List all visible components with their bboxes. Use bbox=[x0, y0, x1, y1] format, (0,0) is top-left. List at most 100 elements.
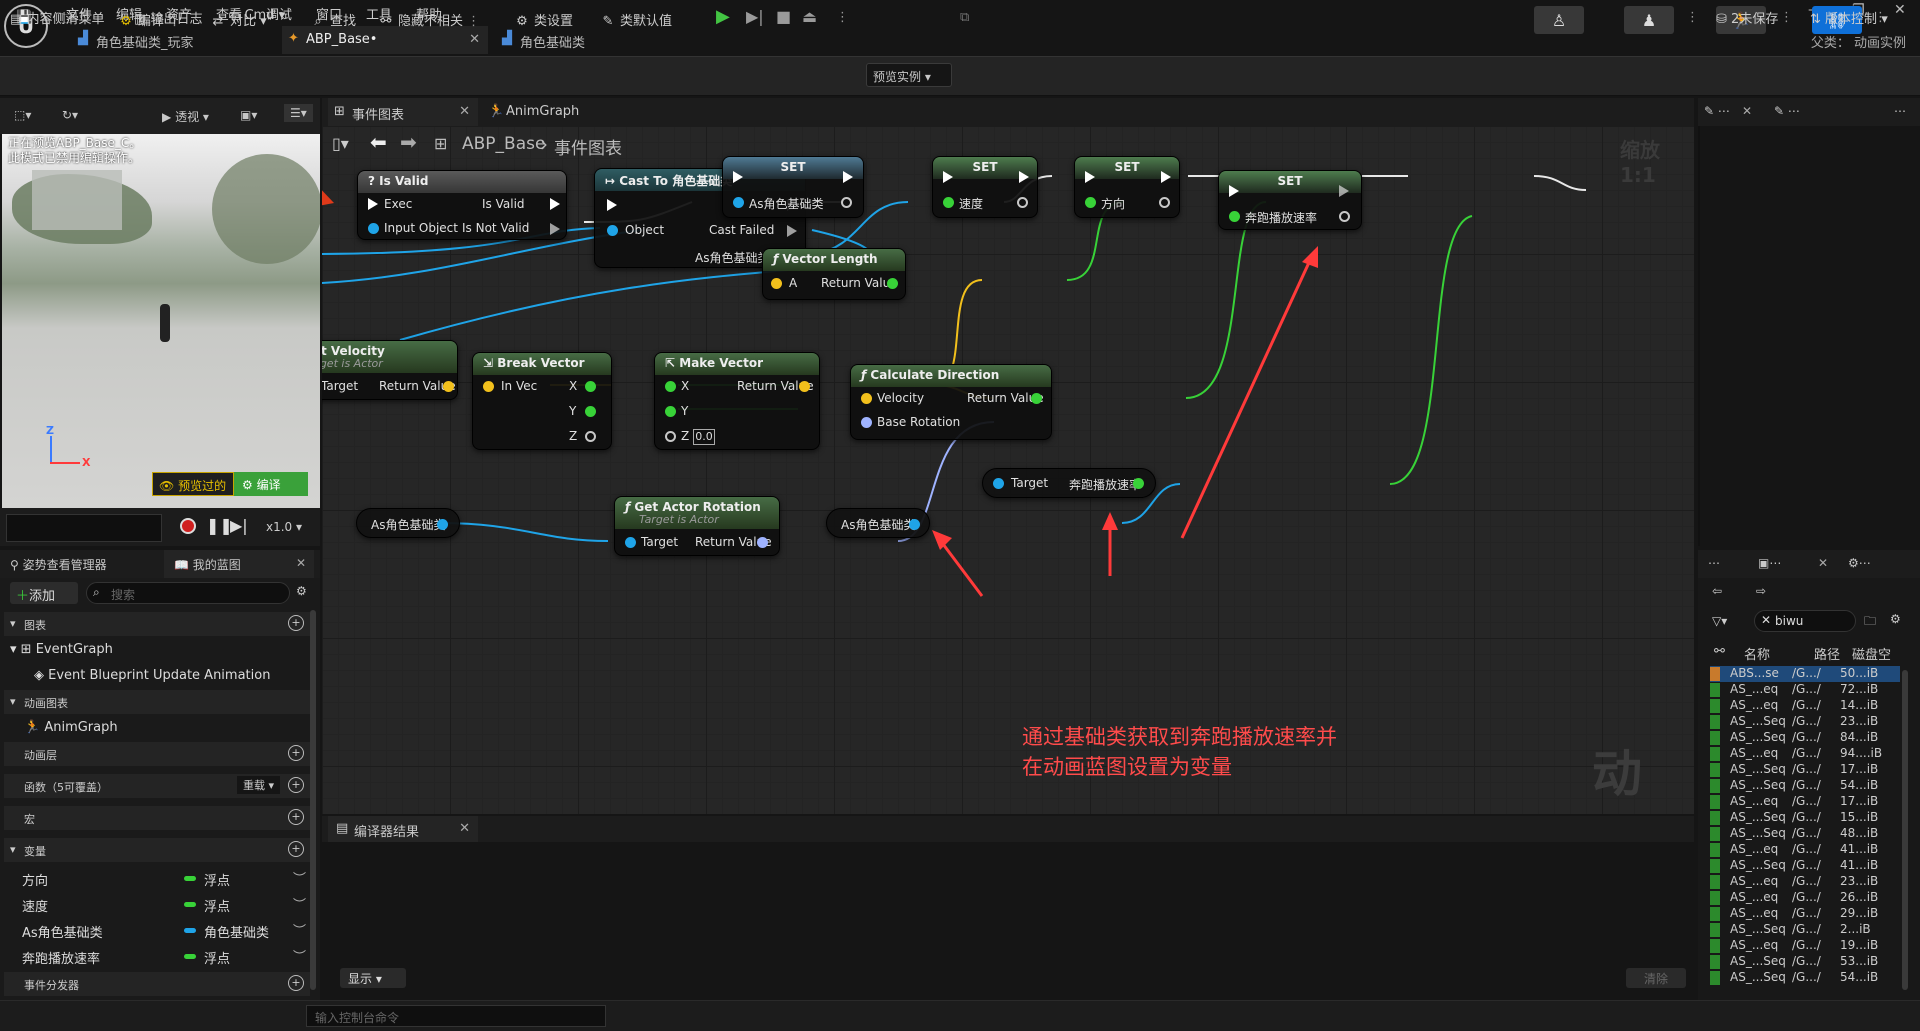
add-layer-icon[interactable]: + bbox=[288, 745, 304, 761]
rotator-in-pin[interactable] bbox=[861, 417, 872, 428]
rotator-out-pin[interactable] bbox=[757, 537, 768, 548]
node-get-as-character-2[interactable]: As角色基础类 bbox=[826, 508, 930, 538]
exec-in-pin[interactable] bbox=[733, 171, 743, 183]
asset-row[interactable]: AS_...eq/G.../ 26...iB bbox=[1710, 890, 1900, 906]
object-in-pin[interactable] bbox=[993, 478, 1004, 489]
tree-item-animgraph[interactable]: 🏃 AnimGraph bbox=[24, 720, 118, 735]
filter-icon[interactable]: ▽▾ bbox=[1712, 614, 1727, 628]
variable-row[interactable]: 速度 浮点 ︶ bbox=[4, 892, 310, 916]
node-get-velocity[interactable]: Get VelocityTarget is Actor Target Retur… bbox=[322, 340, 458, 400]
vector-in-pin[interactable] bbox=[861, 393, 872, 404]
float-in-pin[interactable] bbox=[665, 431, 676, 442]
hide-unrelated-button[interactable]: ⚯ 隐藏不相关 ⋮ bbox=[378, 10, 481, 29]
section-graphs[interactable]: ▾ 图表 + bbox=[4, 612, 310, 636]
settings-gear-icon[interactable]: ⚙ bbox=[296, 584, 307, 598]
variable-row[interactable]: 方向 浮点 ︶ bbox=[4, 866, 310, 890]
add-macro-icon[interactable]: + bbox=[288, 809, 304, 825]
perspective-dropdown[interactable]: ▶ 透视 ▾ bbox=[162, 108, 209, 125]
event-graph-canvas[interactable]: ▯▾ ⬅ ➡ ⊞ ABP_Base › 事件图表 缩放1:1 ? Is Vali… bbox=[322, 126, 1694, 814]
search-input[interactable]: ⌕ 搜索 bbox=[86, 582, 290, 604]
section-anim-layers[interactable]: 动画层 + bbox=[4, 742, 310, 766]
tab-animgraph[interactable]: 🏃 AnimGraph bbox=[482, 98, 612, 126]
asset-browser-icon[interactable]: ▣⋯ bbox=[1758, 556, 1781, 570]
z-value-input[interactable]: 0.0 bbox=[693, 429, 715, 445]
asset-row[interactable]: ABS...se/G.../ 50...iB bbox=[1710, 666, 1900, 682]
forward-icon[interactable]: ⇨ bbox=[1756, 584, 1766, 598]
add-dispatcher-icon[interactable]: + bbox=[288, 975, 304, 991]
skeleton-mode-button[interactable]: ♙ bbox=[1534, 6, 1584, 34]
pause-icon[interactable]: ❚❚ bbox=[206, 516, 233, 535]
object-in-pin[interactable] bbox=[733, 197, 744, 208]
vector-out-pin[interactable] bbox=[443, 381, 454, 392]
float-out-pin[interactable] bbox=[585, 381, 596, 392]
variable-row[interactable]: As角色基础类 角色基础类 ︶ bbox=[4, 918, 310, 942]
float-in-pin[interactable] bbox=[943, 197, 954, 208]
step-icon[interactable]: ▶| bbox=[746, 7, 764, 26]
asset-row[interactable]: AS_...eq/G.../ 72...iB bbox=[1710, 682, 1900, 698]
exec-out-pin[interactable] bbox=[843, 171, 853, 183]
section-variables[interactable]: ▾ 变量 + bbox=[4, 838, 310, 862]
node-set-as-character[interactable]: SET As角色基础类 bbox=[722, 156, 864, 218]
add-variable-icon[interactable]: + bbox=[288, 841, 304, 857]
view-mode-icon[interactable]: ▣▾ bbox=[240, 108, 257, 122]
class-settings-button[interactable]: ⚙ 类设置 bbox=[514, 10, 573, 29]
vector-in-pin[interactable] bbox=[483, 381, 494, 392]
show-dropdown[interactable]: 显示 ▾ bbox=[340, 968, 406, 988]
play-speed-dropdown[interactable]: x1.0 ▾ bbox=[266, 520, 302, 534]
viewport-compile-button[interactable]: ⚙ 编译 bbox=[234, 472, 308, 496]
close-tab-icon[interactable]: ✕ bbox=[459, 821, 470, 836]
exec-out-pin[interactable] bbox=[1019, 171, 1029, 183]
exec-out-pin[interactable] bbox=[1161, 171, 1171, 183]
more-icon[interactable]: ⋯ bbox=[1894, 104, 1906, 118]
folder-icon[interactable]: 🗀 bbox=[1864, 612, 1876, 633]
exec-in-pin[interactable] bbox=[943, 171, 953, 183]
close-tab-icon[interactable]: ✕ bbox=[296, 556, 306, 570]
node-set-direction[interactable]: SET 方向 bbox=[1074, 156, 1180, 218]
object-out-pin[interactable] bbox=[437, 519, 448, 530]
rotate-icon[interactable]: ↻▾ bbox=[62, 108, 78, 122]
tree-item-eventgraph[interactable]: ▾ ⊞ EventGraph bbox=[10, 642, 113, 657]
float-out-pin[interactable] bbox=[585, 431, 596, 442]
object-in-pin[interactable] bbox=[368, 223, 379, 234]
float-out-pin[interactable] bbox=[585, 406, 596, 417]
breadcrumb-root[interactable]: ABP_Base bbox=[462, 134, 545, 154]
asset-row[interactable]: AS_...Seq/G.../ 23...iB bbox=[1710, 714, 1900, 730]
details2-icon[interactable]: ✎ ⋯ bbox=[1774, 104, 1800, 118]
settings-gear-icon[interactable]: ⚙ bbox=[1890, 612, 1901, 626]
visibility-eye-icon[interactable]: ︶ bbox=[293, 868, 306, 887]
mesh-mode-button[interactable]: ♟ bbox=[1624, 6, 1674, 34]
section-functions[interactable]: 函数（5可覆盖） 重载 ▾ + bbox=[4, 774, 310, 798]
exec-in-pin[interactable] bbox=[368, 198, 378, 210]
float-in-pin[interactable] bbox=[1229, 211, 1240, 222]
asset-row[interactable]: AS_...eq/G.../ 23...iB bbox=[1710, 874, 1900, 890]
close-window-icon[interactable]: ✕ bbox=[1894, 2, 1906, 18]
node-break-vector[interactable]: ⇲ Break Vector In Vec X Y Z bbox=[472, 352, 612, 450]
asset-row[interactable]: AS_...Seq/G.../ 41...iB bbox=[1710, 858, 1900, 874]
asset-row[interactable]: AS_...eq/G.../ 29...iB bbox=[1710, 906, 1900, 922]
exec-out-pin[interactable] bbox=[1339, 185, 1349, 197]
graph-bookmark-icon[interactable]: ▯▾ bbox=[332, 134, 349, 153]
close-tab-icon[interactable]: ✕ bbox=[1742, 104, 1752, 118]
back-icon[interactable]: ⬅ bbox=[370, 130, 387, 154]
tab-pose-watch[interactable]: ⚲ 姿势查看管理器 bbox=[10, 556, 107, 573]
asset-row[interactable]: AS_...eq/G.../ 14...iB bbox=[1710, 698, 1900, 714]
content-drawer-button[interactable]: ▤ 内容侧滑菜单 bbox=[10, 8, 104, 27]
add-graph-icon[interactable]: + bbox=[288, 615, 304, 631]
object-in-pin[interactable] bbox=[625, 537, 636, 548]
vector-out-pin[interactable] bbox=[799, 381, 810, 392]
variable-row[interactable]: 奔跑播放速率 浮点 ︶ bbox=[4, 944, 310, 968]
asset-row[interactable]: AS_...Seq/G.../ 48...iB bbox=[1710, 826, 1900, 842]
visibility-eye-icon[interactable]: ︶ bbox=[293, 920, 306, 939]
timeline-box[interactable] bbox=[6, 514, 162, 542]
back-icon[interactable]: ⇦ bbox=[1712, 584, 1722, 598]
add-button[interactable]: ＋添加 bbox=[10, 582, 78, 604]
object-out-pin[interactable] bbox=[841, 197, 852, 208]
float-out-pin[interactable] bbox=[887, 278, 898, 289]
close-tab-icon[interactable]: ✕ bbox=[1818, 556, 1828, 570]
add-function-icon[interactable]: + bbox=[288, 777, 304, 793]
close-tab-icon[interactable]: ✕ bbox=[459, 104, 470, 119]
float-out-pin[interactable] bbox=[1159, 197, 1170, 208]
play-options-icon[interactable]: ⋮ bbox=[836, 10, 849, 25]
section-macros[interactable]: 宏 + bbox=[4, 806, 310, 830]
class-defaults-button[interactable]: ✎ 类默认值 bbox=[600, 10, 672, 29]
